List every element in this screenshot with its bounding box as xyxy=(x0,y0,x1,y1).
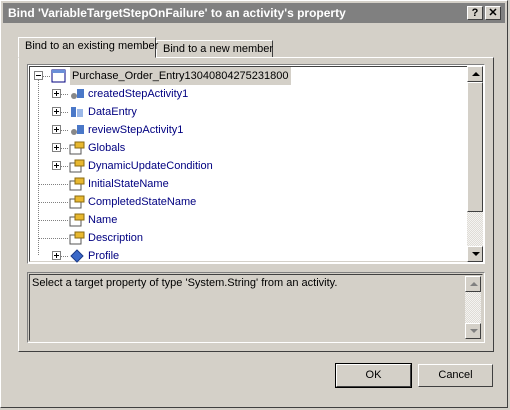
activity-icon xyxy=(71,125,84,135)
property-icon xyxy=(69,231,85,245)
property-icon xyxy=(69,159,85,173)
expand-icon[interactable] xyxy=(52,143,61,152)
tab-bind-existing-member[interactable]: Bind to an existing member xyxy=(18,37,158,58)
tree-item[interactable]: Profile xyxy=(52,247,432,263)
tree-item[interactable]: CompletedStateName xyxy=(39,193,432,211)
property-icon xyxy=(69,213,85,227)
scroll-down-button[interactable] xyxy=(467,246,483,262)
scroll-down-button[interactable] xyxy=(465,323,481,339)
tree-item-label: CompletedStateName xyxy=(88,196,197,208)
expand-icon[interactable] xyxy=(52,125,61,134)
data-activity-icon xyxy=(71,107,83,117)
tree-root-row[interactable]: Purchase_Order_Entry13040804275231800 xyxy=(34,67,464,85)
tree-item[interactable]: DynamicUpdateCondition xyxy=(52,157,432,175)
expand-icon[interactable] xyxy=(52,107,61,116)
tree-item[interactable]: Name xyxy=(39,211,432,229)
property-icon xyxy=(69,141,85,155)
tree-item-label: DataEntry xyxy=(88,106,137,118)
scroll-up-button[interactable] xyxy=(467,66,483,82)
tree-item-label: reviewStepActivity1 xyxy=(88,124,184,136)
activity-root-icon xyxy=(51,69,66,83)
tree-item[interactable]: Description xyxy=(39,229,432,247)
tree-item-label: InitialStateName xyxy=(88,178,169,190)
tree-item-label: DynamicUpdateCondition xyxy=(88,160,213,172)
scrollbar-thumb[interactable] xyxy=(467,82,483,212)
tree-root-label: Purchase_Order_Entry13040804275231800 xyxy=(70,67,291,85)
tree-item[interactable]: InitialStateName xyxy=(39,175,432,193)
tree-item-label: Description xyxy=(88,232,144,244)
expand-icon[interactable] xyxy=(52,161,61,170)
expand-icon[interactable] xyxy=(52,251,61,260)
tree-item[interactable]: Globals xyxy=(52,139,432,157)
title-bar[interactable]: Bind 'VariableTargetStepOnFailure' to an… xyxy=(3,3,505,23)
member-tree[interactable]: Purchase_Order_Entry13040804275231800 cr… xyxy=(27,64,485,264)
tree-item-label: Name xyxy=(88,214,118,226)
description-scrollbar[interactable] xyxy=(465,276,481,339)
profile-icon xyxy=(70,249,84,263)
description-box: Select a target property of type 'System… xyxy=(27,272,485,343)
activity-icon xyxy=(71,89,84,99)
help-button[interactable]: ? xyxy=(467,6,483,20)
dialog-title: Bind 'VariableTargetStepOnFailure' to an… xyxy=(8,6,346,20)
tree-item-label: Profile xyxy=(88,250,120,262)
scroll-up-button[interactable] xyxy=(465,276,481,292)
tab-bind-new-member[interactable]: Bind to a new member xyxy=(156,40,273,58)
tree-item[interactable]: reviewStepActivity1 xyxy=(52,121,432,139)
cancel-button[interactable]: Cancel xyxy=(418,364,493,387)
tree-item[interactable]: createdStepActivity1 xyxy=(52,85,432,103)
tree-item[interactable]: DataEntry xyxy=(52,103,432,121)
tree-item-label: Globals xyxy=(88,142,126,154)
ok-button[interactable]: OK xyxy=(335,363,412,388)
property-icon xyxy=(69,177,85,191)
scrollbar-track xyxy=(465,292,481,323)
description-text: Select a target property of type 'System… xyxy=(32,277,338,289)
tree-item-label: createdStepActivity1 xyxy=(88,88,189,100)
expand-icon[interactable] xyxy=(52,89,61,98)
tree-scrollbar[interactable] xyxy=(467,66,483,262)
close-button[interactable]: ✕ xyxy=(485,6,501,20)
property-icon xyxy=(69,195,85,209)
